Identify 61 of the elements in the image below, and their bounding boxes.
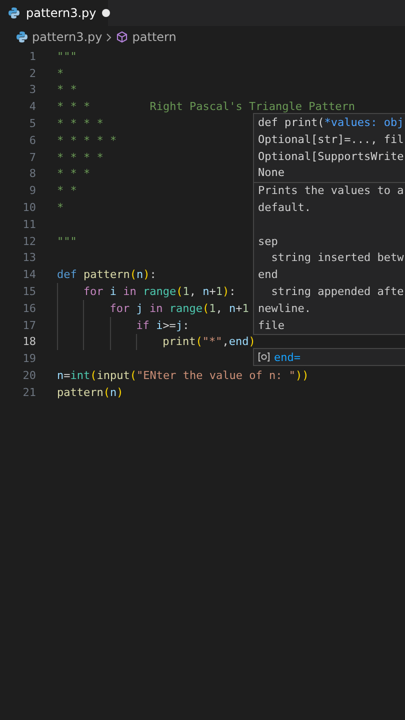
line-number: 21 (22, 386, 36, 399)
signature-line: None (257, 165, 286, 182)
code-line: * * * * (57, 150, 104, 164)
code-line: * * (57, 83, 77, 96)
code-line: * (57, 66, 64, 80)
code-line: for i in range(1, n+1): (83, 285, 236, 298)
line-number: 3 (28, 83, 36, 96)
signature-line: Optional[str]=..., fil (257, 132, 405, 148)
line-number: 8 (28, 167, 36, 180)
code-line: """ (57, 234, 77, 248)
line-number: 13 (22, 251, 36, 264)
breadcrumb-item[interactable]: pattern3.py (32, 30, 102, 44)
variable-icon (258, 352, 270, 362)
python-file-icon (16, 31, 28, 43)
line-number: 19 (22, 352, 36, 366)
code-line: for j in range(1, n+1 (110, 302, 249, 315)
chevron-icon (106, 32, 112, 42)
line-number: 1 (28, 50, 36, 63)
breadcrumb-item[interactable]: pattern (132, 30, 176, 44)
line-number: 16 (22, 302, 36, 315)
code-line: * * * (57, 167, 90, 180)
doc-line: newline. (257, 300, 312, 317)
tab-title: pattern3.py (26, 6, 96, 20)
code-line: * * * Right Pascal's Triangle Pattern (57, 100, 356, 114)
code-line: def pattern(n): (57, 268, 156, 282)
doc-line: end (257, 267, 279, 284)
code-line: * * (57, 184, 77, 198)
line-number: 2 (28, 66, 36, 80)
code-line: n=int(input("ENter the value of n: ")) (57, 369, 309, 382)
line-number: 6 (28, 134, 36, 147)
doc-line: Prints the values to a (257, 183, 405, 200)
line-number: 17 (22, 318, 36, 332)
code-line: * (57, 201, 64, 214)
code-line: """ (57, 50, 77, 63)
signature-line: Optional[SupportsWrite (257, 148, 405, 165)
line-number: 20 (22, 369, 36, 382)
line-number: 5 (28, 117, 36, 130)
doc-line: default. (257, 200, 312, 216)
line-number: 15 (22, 285, 36, 298)
suggestion-item[interactable]: end= (253, 348, 405, 366)
code-line: print("*",end) (162, 335, 256, 348)
signature-line: def print(*values: obj (257, 115, 405, 131)
line-number: 4 (28, 100, 36, 114)
doc-line: sep (257, 234, 279, 250)
doc-line: string appended afte (270, 284, 405, 300)
python-file-icon (8, 7, 20, 19)
code-line: * * * * (57, 117, 104, 130)
doc-line: string inserted betw (270, 250, 405, 266)
line-number: 9 (28, 184, 36, 198)
editor-tab[interactable]: pattern3.py (0, 0, 108, 26)
line-number: 14 (22, 268, 36, 282)
code-line: pattern(n) (57, 386, 124, 399)
code-line: * * * * * (57, 134, 117, 147)
line-number: 10 (22, 201, 36, 214)
line-number: 12 (22, 234, 36, 248)
line-number: 11 (22, 218, 36, 231)
line-number: 7 (28, 150, 36, 164)
doc-line: file (257, 318, 286, 334)
cube-icon (116, 31, 128, 43)
code-line: if i>=j: (136, 318, 190, 332)
line-number: 18 (22, 335, 36, 348)
